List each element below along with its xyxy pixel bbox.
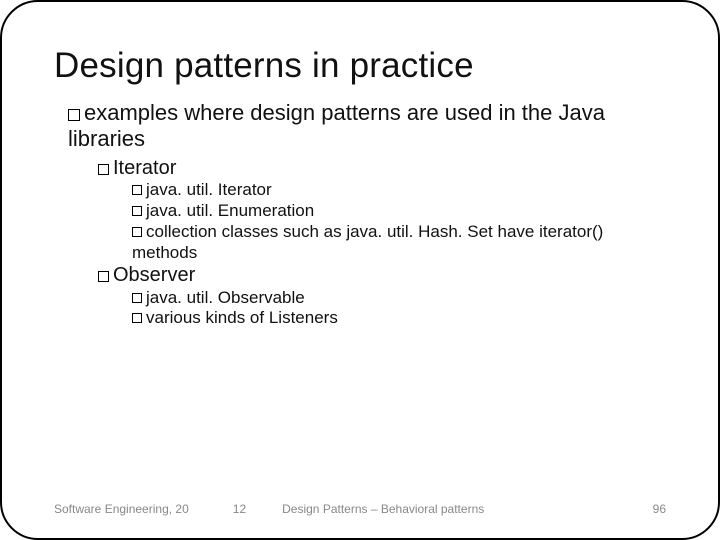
footer-course: Software Engineering, 20 [54, 502, 189, 516]
bullet-level3: java. util. Observable [132, 288, 666, 309]
bullet-text: various kinds of Listeners [146, 308, 338, 327]
bullet-level2-observer: Observer [98, 263, 666, 287]
bullet-square-icon [132, 293, 142, 303]
bullet-text: java. util. Enumeration [146, 201, 314, 220]
bullet-level3: java. util. Iterator [132, 180, 666, 201]
bullet-text: Iterator [113, 157, 176, 179]
footer-number: 12 [233, 502, 246, 516]
bullet-square-icon [132, 185, 142, 195]
bullet-level2-iterator: Iterator [98, 156, 666, 180]
bullet-text: examples where design patterns are used … [68, 100, 605, 151]
bullet-square-icon [98, 271, 109, 282]
footer-subtitle: Design Patterns – Behavioral patterns [282, 502, 484, 516]
slide-frame: Design patterns in practice examples whe… [0, 0, 720, 540]
bullet-text: java. util. Iterator [146, 180, 272, 199]
bullet-level1: examples where design patterns are used … [68, 100, 666, 152]
bullet-text: Observer [113, 264, 195, 286]
bullet-level3: various kinds of Listeners [132, 308, 666, 329]
slide-footer: Software Engineering, 20 12 Design Patte… [2, 502, 718, 516]
bullet-square-icon [68, 109, 80, 121]
bullet-level3: collection classes such as java. util. H… [132, 222, 666, 263]
bullet-level3: java. util. Enumeration [132, 201, 666, 222]
footer-page-number: 96 [653, 502, 666, 516]
bullet-square-icon [132, 227, 142, 237]
bullet-square-icon [132, 206, 142, 216]
bullet-text: collection classes such as java. util. H… [132, 222, 603, 262]
bullet-square-icon [132, 313, 142, 323]
bullet-text: java. util. Observable [146, 288, 305, 307]
slide-title: Design patterns in practice [54, 46, 666, 86]
bullet-square-icon [98, 164, 109, 175]
